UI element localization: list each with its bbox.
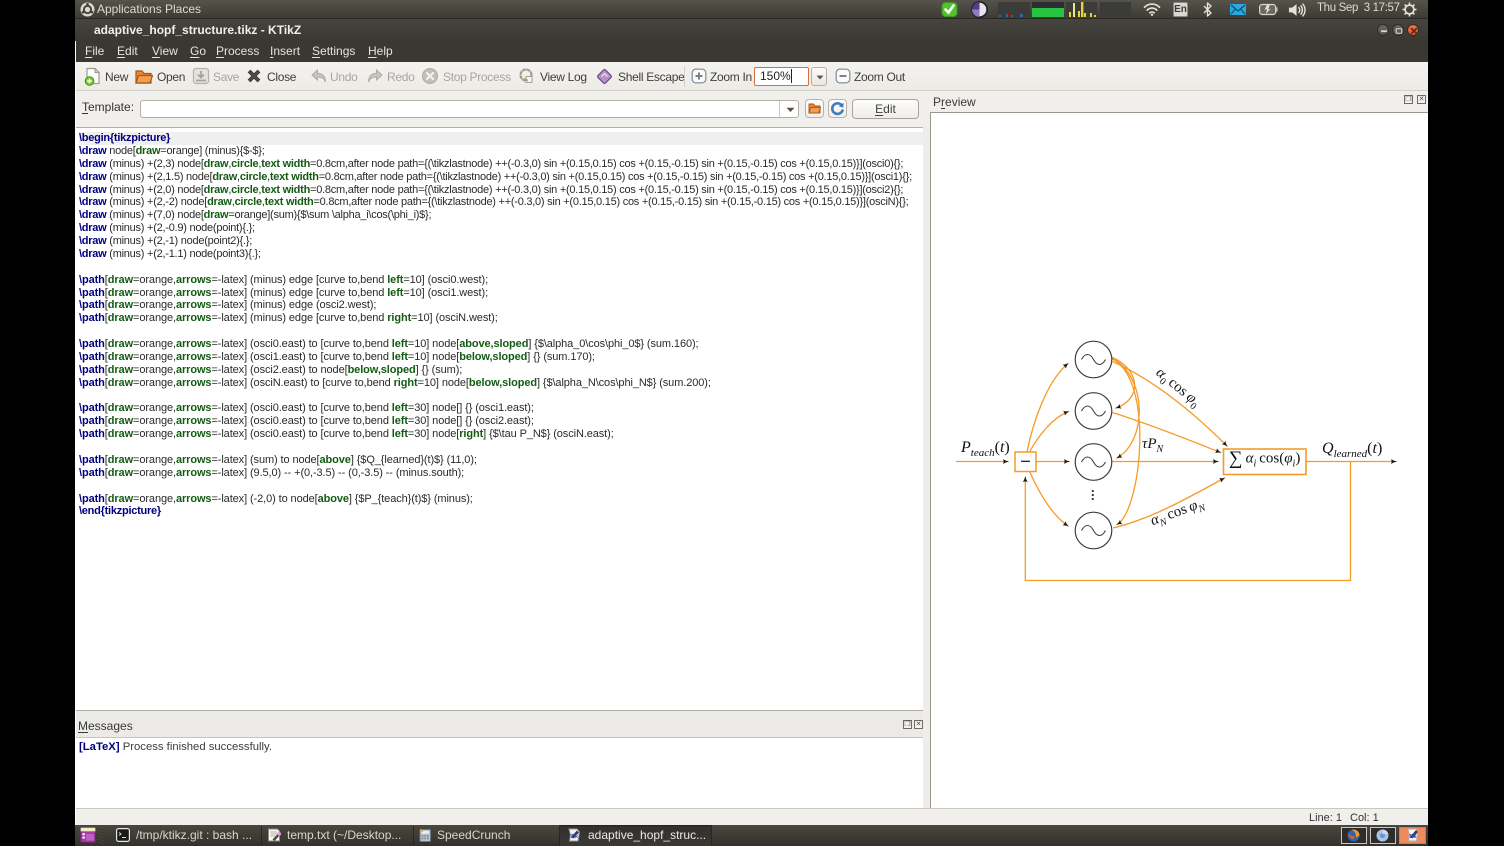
svg-text:Tik: Tik [570, 834, 578, 840]
svg-text:Tik: Tik [1409, 834, 1417, 840]
